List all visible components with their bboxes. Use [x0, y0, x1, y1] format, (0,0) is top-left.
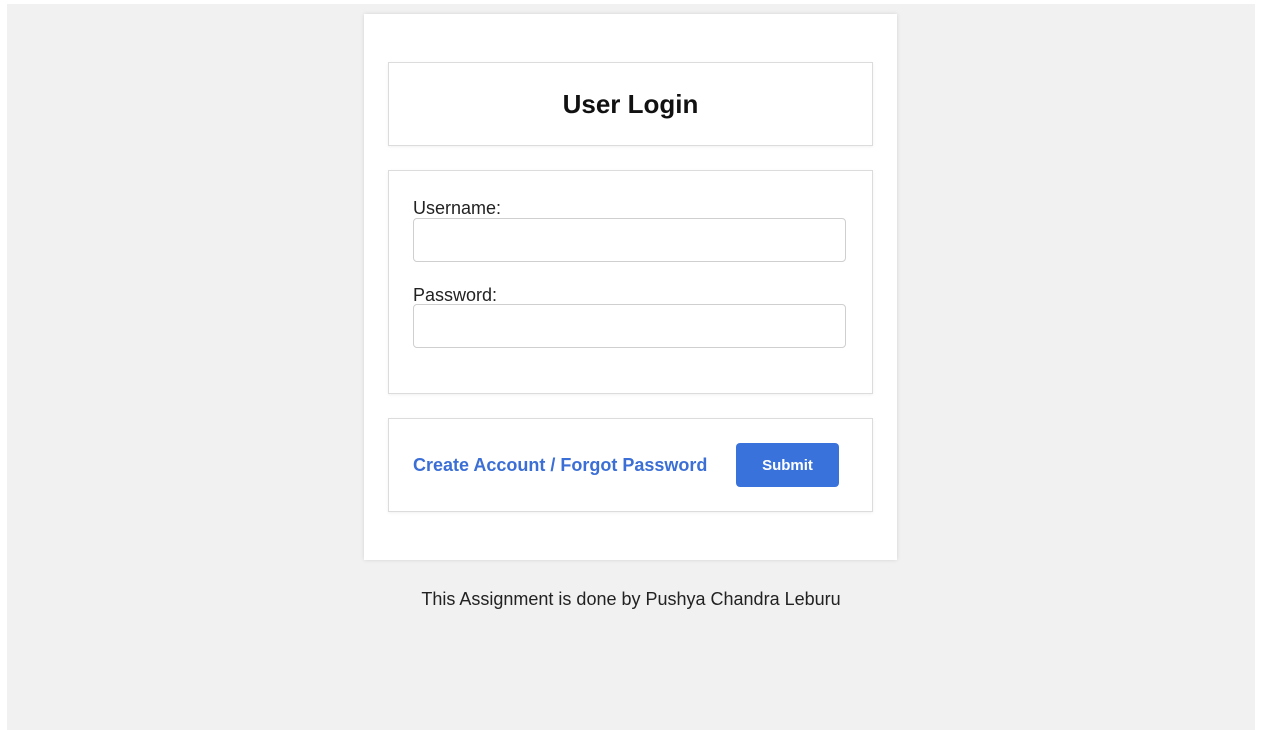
password-field[interactable] — [413, 304, 846, 348]
footer-credit: This Assignment is done by Pushya Chandr… — [421, 589, 841, 609]
actions-panel: Create Account / Forgot Password Submit — [388, 418, 873, 512]
username-label: Username: — [413, 198, 502, 218]
title-panel: User Login — [388, 62, 873, 146]
submit-button[interactable]: Submit — [736, 443, 839, 487]
create-account-forgot-password-link[interactable]: Create Account / Forgot Password — [413, 454, 707, 476]
login-card: User Login Username: Password: Create Ac… — [364, 14, 897, 560]
username-field[interactable] — [413, 218, 846, 262]
password-label: Password: — [413, 285, 498, 305]
login-form: Username: Password: — [388, 170, 873, 394]
page-background: User Login Username: Password: Create Ac… — [7, 4, 1255, 730]
page-title: User Login — [562, 89, 699, 119]
